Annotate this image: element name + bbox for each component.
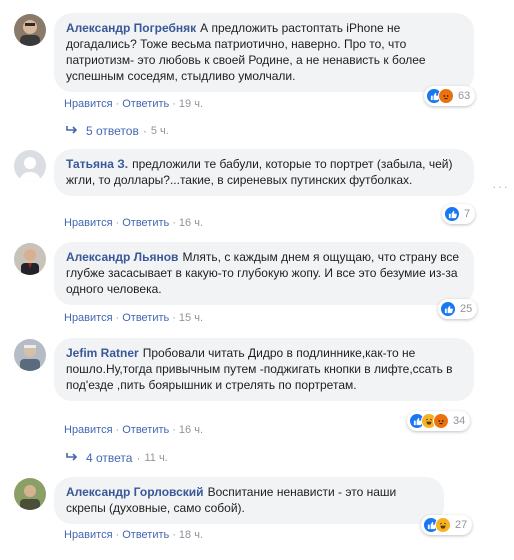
view-replies-link[interactable]: 4 ответа · 11 ч. [66,451,168,465]
comment-time[interactable]: 16 ч. [179,217,203,229]
comment-bubble: Александр Горловский Воспитание ненависти… [54,477,444,524]
separator: · [115,529,120,541]
separator: · [115,312,120,324]
reaction-count: 25 [460,303,473,315]
comment-actions: Нравится · Ответить · 16 ч. [64,217,203,229]
separator: · [136,451,141,465]
avatar[interactable] [14,243,46,275]
reaction-count: 63 [458,90,471,102]
comment-actions: Нравится · Ответить · 19 ч. [64,98,203,110]
separator: · [172,424,176,436]
avatar[interactable] [14,339,46,371]
reply-link[interactable]: Ответить [122,424,169,436]
comment-time[interactable]: 16 ч. [179,424,203,436]
like-icon [440,301,456,317]
reply-arrow-icon [66,124,78,138]
avatar[interactable] [14,150,46,182]
reply-arrow-icon [66,451,78,465]
reaction-count: 27 [455,519,468,531]
angry-icon [433,413,449,429]
view-replies-link[interactable]: 5 ответов · 5 ч. [66,124,169,138]
comment-bubble: Jefim Ratner Пробовали читать Дидро в под… [54,338,474,401]
haha-icon [435,517,451,533]
separator: · [172,529,176,541]
like-link[interactable]: Нравится [64,312,113,324]
separator: · [172,98,176,110]
separator: · [115,217,120,229]
comment-actions: Нравится · Ответить · 15 ч. [64,312,203,324]
replies-count[interactable]: 5 ответов [86,124,139,138]
reaction-summary[interactable]: 25 [438,299,478,319]
like-link[interactable]: Нравится [64,217,113,229]
more-options-icon[interactable]: ··· [492,178,509,194]
separator: · [115,98,120,110]
comment-author[interactable]: Александр Горловский [66,485,204,499]
replies-time: 5 ч. [150,125,169,137]
comment-time[interactable]: 19 ч. [179,98,203,110]
comment-author[interactable]: Александр Погребняк [66,21,196,35]
reaction-summary[interactable]: 27 [421,515,473,535]
reaction-count: 34 [453,415,466,427]
reply-link[interactable]: Ответить [122,98,169,110]
like-link[interactable]: Нравится [64,529,113,541]
reply-link[interactable]: Ответить [122,529,169,541]
separator: · [172,312,176,324]
separator: · [142,124,147,138]
comment-actions: Нравится · Ответить · 18 ч. [64,529,203,541]
angry-icon [438,88,454,104]
comment-time[interactable]: 18 ч. [179,529,203,541]
comment-actions: Нравится · Ответить · 16 ч. [64,424,203,436]
comment-author[interactable]: Татьяна З. [66,157,128,171]
reaction-summary[interactable]: 7 [442,204,476,224]
reply-link[interactable]: Ответить [122,312,169,324]
like-icon [444,206,460,222]
separator: · [172,217,176,229]
reply-link[interactable]: Ответить [122,217,169,229]
separator: · [115,424,120,436]
reaction-summary[interactable]: 63 [424,86,476,106]
comment-bubble: Александр Льянов Млять, с каждым днем я о… [54,242,474,305]
comment-bubble: Александр Погребняк А предложить растопта… [54,13,474,92]
replies-time: 11 ч. [144,452,168,464]
comment-author[interactable]: Jefim Ratner [66,346,139,360]
reaction-summary[interactable]: 34 [407,411,471,431]
avatar[interactable] [14,14,46,46]
comment-bubble: Татьяна З. предложили те бабули, которые … [54,149,474,196]
reaction-count: 7 [464,208,471,220]
comment-author[interactable]: Александр Льянов [66,250,178,264]
replies-count[interactable]: 4 ответа [86,451,132,465]
like-link[interactable]: Нравится [64,424,113,436]
avatar[interactable] [14,478,46,510]
like-link[interactable]: Нравится [64,98,113,110]
comment-time[interactable]: 15 ч. [179,312,203,324]
